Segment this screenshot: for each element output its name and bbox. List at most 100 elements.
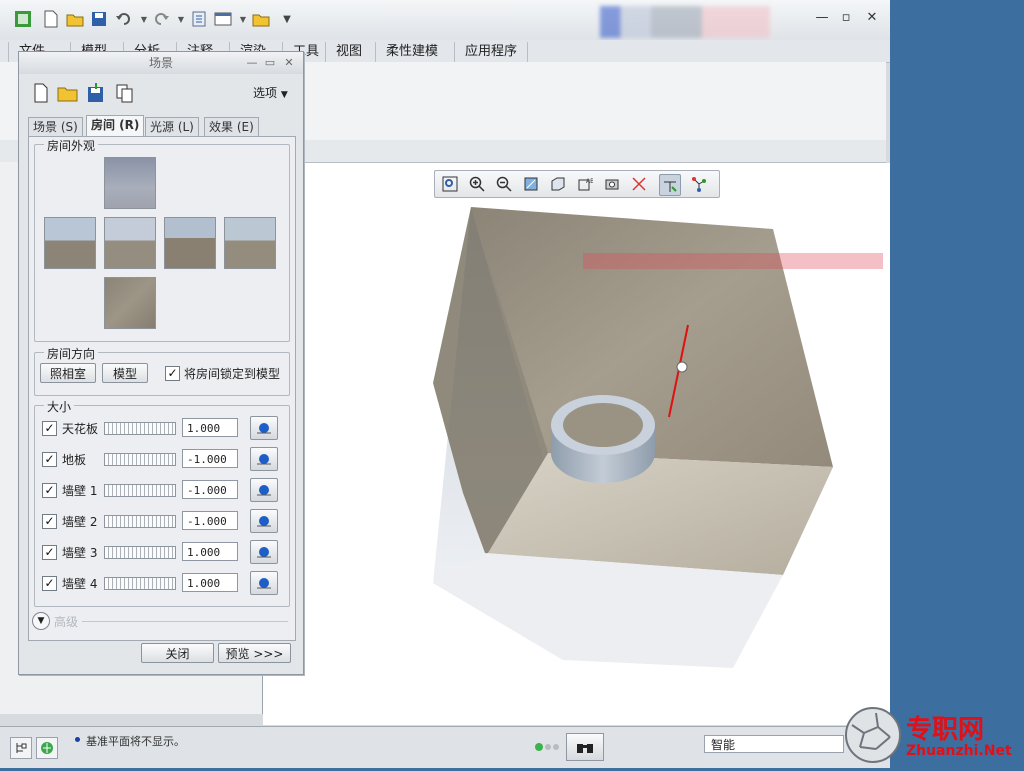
close-window-folder-icon[interactable] <box>252 10 270 28</box>
browser-toggle-icon[interactable] <box>36 737 58 759</box>
ceiling-picker-icon[interactable] <box>250 416 278 440</box>
dialog-maximize-icon[interactable]: ▭ <box>263 52 277 74</box>
options-label: 选项 <box>253 86 278 100</box>
ceiling-texture-tile[interactable] <box>104 157 156 209</box>
wall-4-label: 墙壁 4 <box>62 577 98 591</box>
tab-flexible-modeling[interactable]: 柔性建模 <box>375 42 448 62</box>
close-button[interactable]: 关闭 <box>141 643 214 663</box>
dialog-close-icon[interactable]: ✕ <box>282 52 296 74</box>
wall-3-picker-icon[interactable] <box>250 540 278 564</box>
refit-icon[interactable] <box>440 174 460 194</box>
wall-2-picker-icon[interactable] <box>250 509 278 533</box>
saved-orientations-icon[interactable]: AB <box>575 174 595 194</box>
display-style-icon[interactable] <box>548 174 568 194</box>
lock-room-label: 将房间锁定到模型 <box>184 367 281 381</box>
floor-slider[interactable] <box>104 453 176 466</box>
dialog-title-bar[interactable]: 场景 — ▭ ✕ <box>19 52 303 74</box>
app-icon[interactable] <box>14 10 32 28</box>
floor-value-input[interactable]: -1.000 <box>182 449 238 468</box>
view-toolbar: AB <box>434 170 720 198</box>
wall-2-slider[interactable] <box>104 515 176 528</box>
options-menu[interactable]: 选项 ▼ <box>253 84 288 101</box>
wall-4-value-input[interactable]: 1.000 <box>182 573 238 592</box>
wall-1-texture-tile[interactable] <box>44 217 96 269</box>
studio-button[interactable]: 照相室 <box>40 363 96 383</box>
ceiling-slider[interactable] <box>104 422 176 435</box>
graphics-viewport[interactable] <box>263 163 890 725</box>
model-tree-toggle-icon[interactable] <box>10 737 32 759</box>
wall-3-label: 墙壁 3 <box>62 546 98 560</box>
windows-dropdown-icon[interactable]: ▼ <box>234 10 252 28</box>
model-button[interactable]: 模型 <box>102 363 148 383</box>
zhuanzhi-watermark-logo: 专职网 Zhuanzhi.Net <box>842 705 1024 768</box>
wall-4-picker-icon[interactable] <box>250 571 278 595</box>
maximize-icon[interactable]: ▫ <box>838 10 854 26</box>
open-folder-icon[interactable] <box>66 10 84 28</box>
undo-dropdown-icon[interactable]: ▼ <box>135 10 153 28</box>
zoom-out-icon[interactable] <box>494 174 514 194</box>
expand-advanced-icon[interactable]: ▼ <box>32 612 50 630</box>
undo-icon[interactable] <box>115 10 133 28</box>
wall-1-slider[interactable] <box>104 484 176 497</box>
windows-icon[interactable] <box>214 10 232 28</box>
view-manager-icon[interactable] <box>602 174 622 194</box>
room-orientation-label: 房间方向 <box>44 345 99 362</box>
dialog-minimize-icon[interactable]: — <box>245 52 259 74</box>
new-file-icon[interactable] <box>42 10 60 28</box>
selection-filter-select[interactable]: 智能 <box>704 735 844 753</box>
save-icon[interactable] <box>90 10 108 28</box>
save-scene-icon[interactable] <box>85 82 107 104</box>
spin-center-icon[interactable] <box>689 174 709 194</box>
preview-button[interactable]: 预览 >>> <box>218 643 291 663</box>
repaint-icon[interactable] <box>521 174 541 194</box>
wall-3-value-input[interactable]: 1.000 <box>182 542 238 561</box>
wall-1-checkbox[interactable]: ✓ <box>42 483 57 498</box>
lock-room-checkbox[interactable]: ✓ <box>165 366 180 381</box>
advanced-label: 高级 <box>54 615 79 629</box>
scene-render <box>433 207 883 668</box>
redo-icon[interactable] <box>152 10 170 28</box>
room-appearance-label: 房间外观 <box>44 137 99 154</box>
size-label: 大小 <box>44 398 75 415</box>
tab-room[interactable]: 房间 (R) <box>86 115 145 137</box>
close-icon[interactable]: ✕ <box>864 10 880 26</box>
wall-1-picker-icon[interactable] <box>250 478 278 502</box>
perspective-icon[interactable] <box>629 174 649 194</box>
svg-text:AB: AB <box>586 178 593 185</box>
open-scene-icon[interactable] <box>57 82 79 104</box>
floor-picker-icon[interactable] <box>250 447 278 471</box>
find-binoculars-icon[interactable] <box>566 733 604 761</box>
tab-view[interactable]: 视图 <box>325 42 372 62</box>
tab-scene[interactable]: 场景 (S) <box>28 117 83 136</box>
minimize-icon[interactable]: — <box>814 10 830 26</box>
wall-4-slider[interactable] <box>104 577 176 590</box>
tab-lights[interactable]: 光源 (L) <box>145 117 199 136</box>
zoom-in-icon[interactable] <box>467 174 487 194</box>
wall-4-checkbox[interactable]: ✓ <box>42 576 57 591</box>
customize-toolbar-icon[interactable]: ▼ <box>278 10 296 28</box>
wall-4-texture-tile[interactable] <box>224 217 276 269</box>
quick-access-toolbar: ▼ ▼ ▼ ▼ — ▫ ✕ ︿ ? <box>0 0 890 56</box>
wall-2-label: 墙壁 2 <box>62 515 98 529</box>
floor-checkbox[interactable]: ✓ <box>42 452 57 467</box>
regenerate-icon[interactable] <box>190 10 208 28</box>
chevron-down-icon: ▼ <box>280 90 288 100</box>
ceiling-value-input[interactable]: 1.000 <box>182 418 238 437</box>
copy-scene-icon[interactable] <box>114 82 136 104</box>
ceiling-checkbox[interactable]: ✓ <box>42 421 57 436</box>
wall-2-value-input[interactable]: -1.000 <box>182 511 238 530</box>
tab-effects[interactable]: 效果 (E) <box>204 117 259 136</box>
wall-3-slider[interactable] <box>104 546 176 559</box>
redo-dropdown-icon[interactable]: ▼ <box>172 10 190 28</box>
wall-1-value-input[interactable]: -1.000 <box>182 480 238 499</box>
tab-applications[interactable]: 应用程序 <box>454 42 529 62</box>
wall-2-texture-tile[interactable] <box>104 217 156 269</box>
datum-display-icon[interactable] <box>659 174 681 196</box>
watermark-brand-cn: 专职网 <box>906 715 985 745</box>
wall-3-texture-tile[interactable] <box>164 217 216 269</box>
wall-2-checkbox[interactable]: ✓ <box>42 514 57 529</box>
wall-1-label: 墙壁 1 <box>62 484 98 498</box>
floor-texture-tile[interactable] <box>104 277 156 329</box>
new-scene-icon[interactable] <box>30 82 52 104</box>
wall-3-checkbox[interactable]: ✓ <box>42 545 57 560</box>
